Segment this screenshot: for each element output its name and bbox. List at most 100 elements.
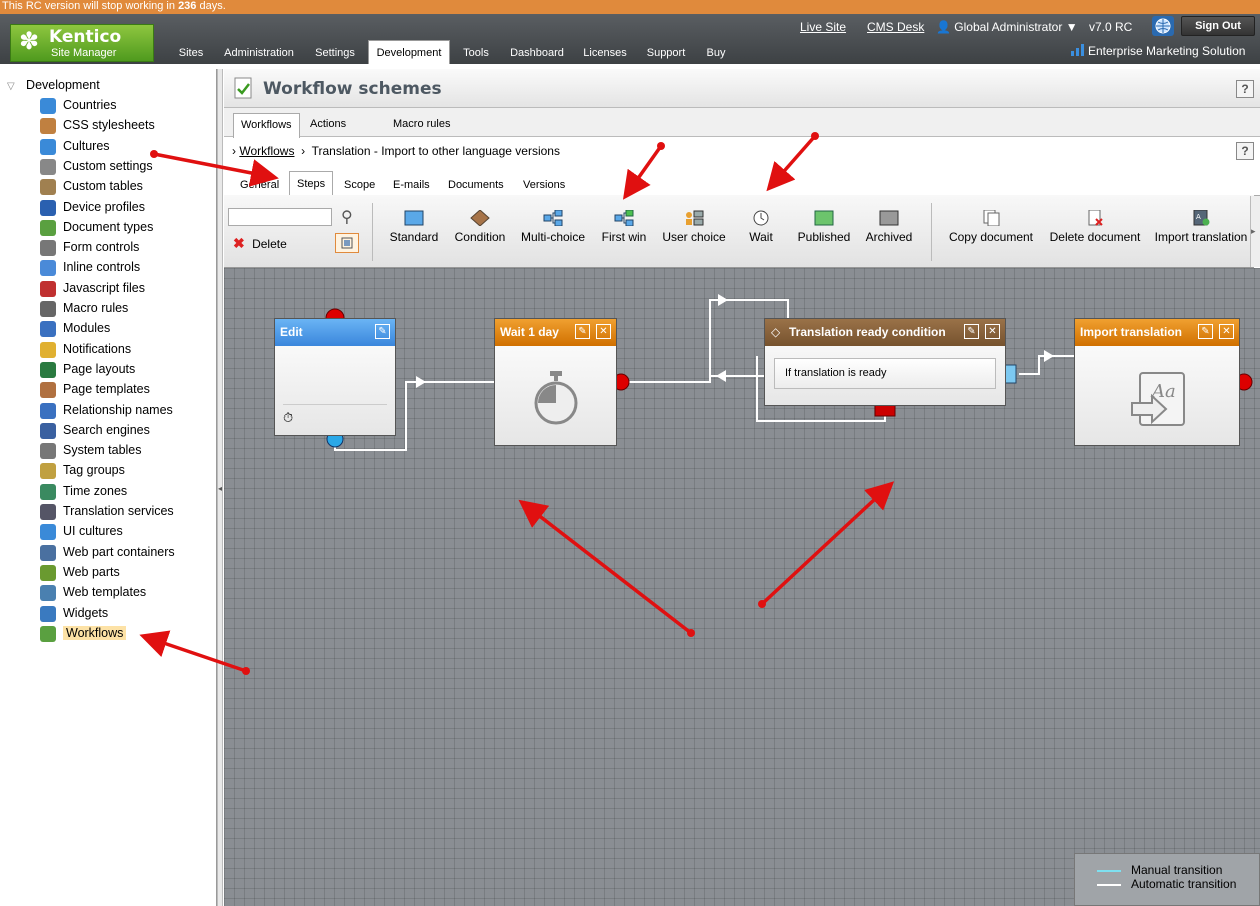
nav-tab-administration[interactable]: Administration — [218, 40, 300, 64]
nav-tab-sites[interactable]: Sites — [172, 40, 210, 64]
tree-item-workflows[interactable]: Workflows — [40, 624, 127, 642]
sign-out-button[interactable]: Sign Out — [1181, 16, 1255, 36]
step-userchoice-button[interactable]: User choice — [660, 210, 728, 252]
help-icon-secondary[interactable]: ? — [1236, 142, 1254, 160]
step-wait-button[interactable]: Wait — [746, 210, 776, 252]
timer-icon: ⏱ — [283, 410, 294, 425]
collapse-arrow-icon[interactable]: ◂ — [218, 484, 222, 493]
tree-expand-icon[interactable]: ▽ — [7, 81, 15, 92]
step-published-button[interactable]: Published — [796, 210, 852, 252]
step-firstwin-button[interactable]: First win — [599, 210, 649, 252]
tree-item-relationship-names[interactable]: Relationship names — [40, 401, 173, 419]
tree-item-label: Web parts — [63, 565, 120, 579]
tree-item-time-zones[interactable]: Time zones — [40, 482, 127, 500]
step-node-edit[interactable]: Edit ✎ ⏱ — [274, 318, 396, 436]
edit-step-pencil-icon[interactable]: ✎ — [575, 324, 590, 339]
tree-item-css-stylesheets[interactable]: CSS stylesheets — [40, 116, 155, 134]
tree-item-modules[interactable]: Modules — [40, 319, 110, 337]
tree-item-system-tables[interactable]: System tables — [40, 441, 142, 459]
step-node-import-translation[interactable]: Import translation ✎ ✕ Aa — [1074, 318, 1240, 446]
remove-step-close-icon[interactable]: ✕ — [596, 324, 611, 339]
step-standard-button[interactable]: Standard — [389, 210, 439, 252]
macro-rules-icon — [40, 300, 56, 317]
nav-tab-support[interactable]: Support — [640, 40, 692, 64]
breadcrumb-current: Translation - Import to other language v… — [311, 144, 560, 158]
nav-tab-dashboard[interactable]: Dashboard — [504, 40, 570, 64]
subtab-macro-rules[interactable]: Macro rules — [386, 113, 457, 137]
edit-step-pencil-icon[interactable]: ✎ — [1198, 324, 1213, 339]
step-node-wait[interactable]: Wait 1 day ✎ ✕ — [494, 318, 617, 446]
nav-tab-settings[interactable]: Settings — [308, 40, 362, 64]
tree-item-tag-groups[interactable]: Tag groups — [40, 461, 125, 479]
tree-item-custom-tables[interactable]: Custom tables — [40, 177, 143, 195]
steptab-steps[interactable]: Steps — [289, 171, 334, 197]
nav-tab-buy[interactable]: Buy — [700, 40, 732, 64]
tree-item-label: Inline controls — [63, 260, 141, 274]
tree-item-document-types[interactable]: Document types — [40, 218, 153, 236]
step-node-import-title: Import translation — [1075, 319, 1239, 346]
tree-item-device-profiles[interactable]: Device profiles — [40, 198, 145, 216]
help-icon[interactable]: ? — [1236, 80, 1254, 98]
subtab-actions[interactable]: Actions — [303, 113, 353, 137]
tree-item-web-parts[interactable]: Web parts — [40, 563, 120, 581]
cultures-icon — [40, 138, 56, 155]
tree-item-web-part-containers[interactable]: Web part containers — [40, 543, 175, 561]
user-menu[interactable]: 👤 Global Administrator ▼ — [936, 20, 1078, 34]
workflow-designer-canvas[interactable]: Edit ✎ ⏱ Wait 1 day ✎ ✕ Translation read… — [224, 268, 1260, 906]
delete-button[interactable]: ✖ Delete — [233, 235, 287, 252]
tree-item-custom-settings[interactable]: Custom settings — [40, 157, 153, 175]
remove-step-close-icon[interactable]: ✕ — [1219, 324, 1234, 339]
tree-item-macro-rules[interactable]: Macro rules — [40, 299, 128, 317]
live-site-link[interactable]: Live Site — [800, 20, 846, 34]
step-condition-button[interactable]: Condition — [453, 210, 507, 252]
tree-item-ui-cultures[interactable]: UI cultures — [40, 522, 123, 540]
tree-item-label: Countries — [63, 98, 117, 112]
delete-document-button[interactable]: Delete document — [1048, 210, 1142, 252]
step-search-input[interactable] — [228, 208, 332, 226]
globe-icon[interactable] — [1152, 16, 1174, 36]
tree-item-notifications[interactable]: Notifications — [40, 340, 131, 358]
tree-item-page-templates[interactable]: Page templates — [40, 380, 150, 398]
diamond-icon: ◇ — [771, 325, 781, 339]
tree-item-label: Web part containers — [63, 545, 175, 559]
page-layouts-icon — [40, 361, 56, 378]
tree-item-page-layouts[interactable]: Page layouts — [40, 360, 135, 378]
step-archived-button[interactable]: Archived — [864, 210, 914, 252]
edit-step-pencil-icon[interactable]: ✎ — [964, 324, 979, 339]
tree-item-form-controls[interactable]: Form controls — [40, 238, 139, 256]
search-icon[interactable]: ⚲ — [341, 207, 353, 227]
breadcrumb-workflows-link[interactable]: Workflows — [239, 144, 294, 158]
inline-controls-icon — [40, 259, 56, 276]
step-node-condition[interactable]: Translation ready condition ◇ ✎ ✕ If tra… — [764, 318, 1006, 406]
page-templates-icon — [40, 381, 56, 398]
archived-step-icon — [879, 210, 899, 226]
tree-item-countries[interactable]: Countries — [40, 96, 117, 114]
translation-services-icon — [40, 503, 56, 520]
nav-tab-licenses[interactable]: Licenses — [578, 40, 632, 64]
nav-tab-tools[interactable]: Tools — [456, 40, 496, 64]
tree-root-development[interactable]: ▽ Development — [7, 78, 100, 92]
tree-item-widgets[interactable]: Widgets — [40, 604, 108, 622]
user-icon: 👤 — [936, 20, 951, 34]
nav-tab-development[interactable]: Development — [368, 40, 450, 64]
tree-item-cultures[interactable]: Cultures — [40, 137, 110, 155]
cms-desk-link[interactable]: CMS Desk — [867, 20, 924, 34]
remove-step-close-icon[interactable]: ✕ — [985, 324, 1000, 339]
tree-item-inline-controls[interactable]: Inline controls — [40, 258, 140, 276]
fit-to-screen-icon[interactable] — [335, 233, 359, 253]
subtab-workflows[interactable]: Workflows — [233, 113, 300, 138]
kentico-logo[interactable]: ✽ Kentico Site Manager — [10, 24, 154, 62]
tree-item-search-engines[interactable]: Search engines — [40, 421, 150, 439]
step-multichoice-button[interactable]: Multi-choice — [519, 210, 587, 252]
import-translation-button[interactable]: A Import translation — [1154, 210, 1248, 252]
tree-item-label: System tables — [63, 443, 142, 457]
copy-document-button[interactable]: Copy document — [947, 210, 1035, 252]
tree-item-web-templates[interactable]: Web templates — [40, 583, 146, 601]
edition-icon — [1071, 44, 1085, 56]
toolbar-scroll-right-icon[interactable]: ▸ — [1250, 196, 1260, 267]
pane-splitter[interactable]: ◂ — [217, 69, 223, 906]
edit-step-pencil-icon[interactable]: ✎ — [375, 324, 390, 339]
tree-item-translation-services[interactable]: Translation services — [40, 502, 174, 520]
tree-item-javascript-files[interactable]: Javascript files — [40, 279, 145, 297]
condition-case[interactable]: If translation is ready — [774, 358, 996, 389]
